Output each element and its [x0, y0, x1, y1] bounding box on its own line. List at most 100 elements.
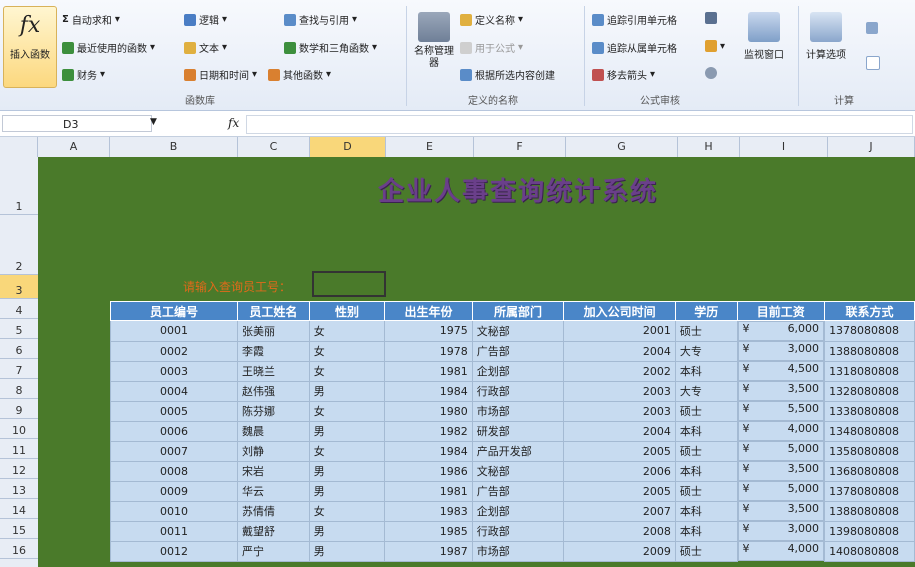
table-cell[interactable]: 行政部: [471, 520, 565, 542]
table-cell[interactable]: 文秘部: [471, 460, 565, 482]
table-cell[interactable]: 1986: [384, 460, 473, 482]
table-cell[interactable]: 产品开发部: [471, 440, 565, 462]
table-header-cell[interactable]: 学历: [674, 301, 738, 321]
table-cell[interactable]: 刘静: [237, 440, 310, 462]
chevron-down-icon[interactable]: ▼: [150, 117, 157, 127]
table-cell[interactable]: 本科: [674, 360, 738, 382]
table-cell[interactable]: ¥3,500: [737, 381, 825, 401]
table-cell[interactable]: 2004: [563, 420, 676, 442]
table-cell[interactable]: 2003: [563, 380, 676, 402]
table-cell[interactable]: 大专: [674, 380, 738, 402]
table-cell[interactable]: 女: [308, 340, 386, 362]
table-cell[interactable]: 男: [308, 480, 386, 502]
fx-icon[interactable]: fx: [228, 116, 239, 130]
table-cell[interactable]: 2006: [563, 460, 676, 482]
row-header[interactable]: 14: [0, 499, 38, 519]
table-cell[interactable]: 1975: [384, 320, 473, 342]
worksheet[interactable]: 企业人事查询统计系统 请输入查询员工号： 员工编号 员工姓名 性别 出生年份 所…: [38, 157, 915, 567]
table-header-cell[interactable]: 目前工资: [736, 301, 826, 321]
table-cell[interactable]: 李霞: [237, 340, 310, 362]
row-header[interactable]: 8: [0, 379, 38, 399]
table-cell[interactable]: 严宁: [237, 540, 310, 562]
table-cell[interactable]: 2005: [563, 440, 676, 462]
table-cell[interactable]: 0011: [109, 520, 239, 542]
table-cell[interactable]: 女: [308, 440, 386, 462]
table-cell[interactable]: ¥3,500: [737, 461, 825, 481]
table-cell[interactable]: ¥5,500: [737, 401, 825, 421]
name-box[interactable]: D3: [2, 115, 152, 132]
table-cell[interactable]: 1368080808: [824, 460, 915, 482]
logical-button[interactable]: 逻辑 ▾: [184, 12, 227, 27]
table-cell[interactable]: 2007: [563, 500, 676, 522]
column-header[interactable]: E: [386, 137, 474, 157]
table-cell[interactable]: 市场部: [471, 540, 565, 562]
table-cell[interactable]: 男: [308, 420, 386, 442]
table-cell[interactable]: 0001: [109, 320, 239, 342]
column-header[interactable]: B: [110, 137, 238, 157]
table-cell[interactable]: 2001: [563, 320, 676, 342]
table-cell[interactable]: 1980: [384, 400, 473, 422]
table-cell[interactable]: 2002: [563, 360, 676, 382]
define-name-button[interactable]: 定义名称 ▾: [460, 12, 523, 27]
table-cell[interactable]: 硕士: [674, 440, 738, 462]
select-all-corner[interactable]: [0, 137, 38, 157]
table-cell[interactable]: 女: [308, 320, 386, 342]
table-cell[interactable]: 女: [308, 400, 386, 422]
row-header[interactable]: 11: [0, 439, 38, 459]
column-header[interactable]: A: [38, 137, 110, 157]
table-cell[interactable]: 2005: [563, 480, 676, 502]
table-cell[interactable]: 1318080808: [824, 360, 915, 382]
table-cell[interactable]: 1378080808: [824, 320, 915, 342]
table-cell[interactable]: 1328080808: [824, 380, 915, 402]
column-header[interactable]: H: [678, 137, 740, 157]
column-header[interactable]: I: [740, 137, 828, 157]
show-formulas-button[interactable]: [705, 12, 717, 24]
table-cell[interactable]: 0012: [109, 540, 239, 562]
table-cell[interactable]: ¥6,000: [737, 321, 825, 341]
row-header[interactable]: 2: [0, 215, 38, 275]
table-cell[interactable]: 本科: [674, 500, 738, 522]
more-functions-button[interactable]: 其他函数 ▾: [268, 67, 331, 82]
datetime-button[interactable]: 日期和时间 ▾: [184, 67, 257, 82]
table-cell[interactable]: 行政部: [471, 380, 565, 402]
table-cell[interactable]: 广告部: [471, 480, 565, 502]
column-header[interactable]: J: [828, 137, 915, 157]
lookup-button[interactable]: 查找与引用 ▾: [284, 12, 357, 27]
calc-now-button[interactable]: [866, 22, 878, 34]
table-cell[interactable]: 2004: [563, 340, 676, 362]
row-header[interactable]: 13: [0, 479, 38, 499]
table-cell[interactable]: 企划部: [471, 500, 565, 522]
table-cell[interactable]: 1978: [384, 340, 473, 362]
table-cell[interactable]: 0004: [109, 380, 239, 402]
table-header-cell[interactable]: 员工姓名: [237, 301, 310, 321]
evaluate-formula-button[interactable]: [705, 67, 717, 79]
trace-dependents-button[interactable]: 追踪从属单元格: [592, 40, 677, 55]
table-cell[interactable]: 1388080808: [824, 500, 915, 522]
row-header[interactable]: 12: [0, 459, 38, 479]
table-cell[interactable]: 1985: [384, 520, 473, 542]
table-cell[interactable]: 企划部: [471, 360, 565, 382]
table-cell[interactable]: 王晓兰: [237, 360, 310, 382]
table-cell[interactable]: 1984: [384, 380, 473, 402]
table-cell[interactable]: 1981: [384, 360, 473, 382]
column-header[interactable]: G: [566, 137, 678, 157]
table-cell[interactable]: 0009: [109, 480, 239, 502]
table-cell[interactable]: 硕士: [674, 400, 738, 422]
table-cell[interactable]: ¥5,000: [737, 441, 825, 461]
financial-button[interactable]: 财务 ▾: [62, 67, 105, 82]
row-header[interactable]: 7: [0, 359, 38, 379]
table-cell[interactable]: 硕士: [674, 480, 738, 502]
row-header[interactable]: 1: [0, 157, 38, 215]
table-cell[interactable]: 女: [308, 360, 386, 382]
insert-function-button[interactable]: fx 插入函数: [3, 6, 57, 88]
search-input-cell[interactable]: [312, 271, 386, 297]
table-cell[interactable]: ¥3,500: [737, 501, 825, 521]
table-cell[interactable]: 1987: [384, 540, 473, 562]
table-cell[interactable]: 男: [308, 540, 386, 562]
table-cell[interactable]: 0006: [109, 420, 239, 442]
row-header[interactable]: 10: [0, 419, 38, 439]
table-cell[interactable]: 赵伟强: [237, 380, 310, 402]
row-header[interactable]: 3: [0, 275, 38, 299]
table-header-cell[interactable]: 联系方式: [824, 301, 915, 321]
table-cell[interactable]: ¥4,000: [737, 541, 825, 561]
